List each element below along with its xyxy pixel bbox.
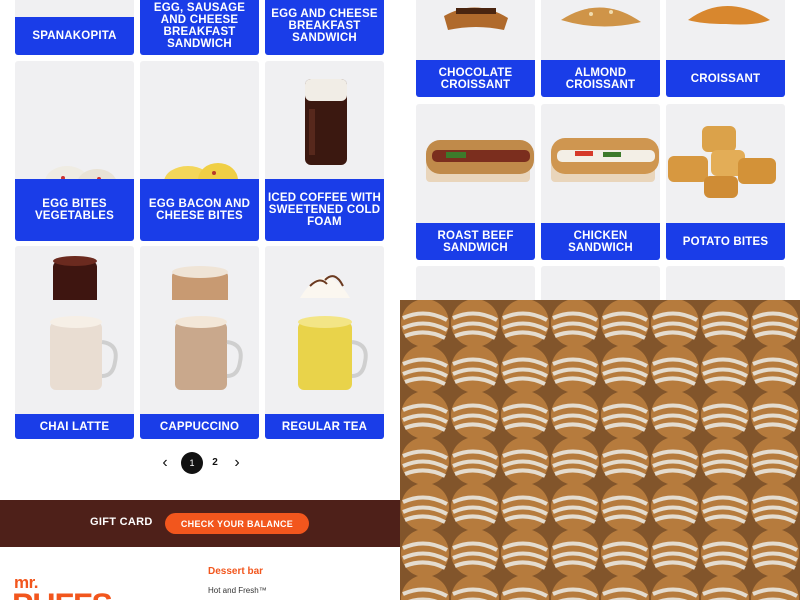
donut-holes-photo	[400, 300, 800, 600]
menu-page-right: Chocolate Croissant Almond Croissant Cro…	[400, 0, 800, 300]
menu-card-label: Cappuccino	[140, 414, 259, 439]
menu-card-chicken-sandwich[interactable]: Chicken Sandwich	[541, 104, 660, 260]
logo-wordmark: PUFFS	[12, 587, 113, 600]
menu-card-chocolate-croissant[interactable]: Chocolate Croissant	[416, 0, 535, 97]
menu-card-croissant[interactable]: Croissant	[666, 0, 785, 97]
menu-card-next-row	[666, 266, 785, 300]
menu-card-cappuccino[interactable]: Cappuccino	[140, 300, 259, 439]
menu-card-hidden-latte	[140, 246, 259, 306]
croissant-image	[688, 6, 770, 25]
check-balance-button[interactable]: CHECK YOUR BALANCE	[165, 513, 309, 534]
menu-card-next-row	[416, 266, 535, 300]
footer-link[interactable]: Hot and Fresh™	[208, 586, 267, 595]
menu-card-egg-sausage-cheese[interactable]: Egg, Sausage and Cheese Breakfast Sandwi…	[140, 0, 259, 55]
menu-card-label: Croissant	[666, 60, 785, 97]
menu-card-label: Regular Tea	[265, 414, 384, 439]
menu-card-almond-croissant[interactable]: Almond Croissant	[541, 0, 660, 97]
menu-card-chai-latte[interactable]: Chai Latte	[15, 300, 134, 439]
gift-card-bar: GIFT CARD CHECK YOUR BALANCE	[0, 500, 400, 547]
menu-card-egg-bites-vegetables[interactable]: Egg Bites Vegetables	[15, 61, 134, 241]
cappuccino-image	[175, 316, 243, 390]
footer-heading: Dessert bar	[208, 566, 264, 577]
menu-card-label: Egg, Sausage and Cheese Breakfast Sandwi…	[140, 0, 259, 55]
menu-card-label: Almond Croissant	[541, 60, 660, 97]
menu-page-left: Spanakopita Egg, Sausage and Cheese Brea…	[0, 0, 400, 600]
next-page-button[interactable]: ›	[227, 452, 247, 474]
menu-card-roast-beef-sandwich[interactable]: Roast Beef Sandwich	[416, 104, 535, 260]
gift-card-label: GIFT CARD	[90, 516, 153, 528]
menu-card-iced-coffee-cold-foam[interactable]: Iced Coffee with Sweetened Cold Foam	[265, 61, 384, 241]
menu-card-label: Chicken Sandwich	[541, 223, 660, 260]
footer: mr. PUFFS Dessert bar Hot and Fresh™	[0, 547, 400, 600]
whipped-drink-image	[300, 275, 350, 298]
menu-card-next-row	[541, 266, 660, 300]
roast-beef-sandwich-image	[426, 140, 534, 182]
menu-card-label: Chai Latte	[15, 414, 134, 439]
menu-card-hidden-frappe	[265, 246, 384, 306]
menu-card-hidden-drink	[15, 246, 134, 306]
donut-holes-image	[400, 300, 800, 600]
iced-drink-image	[53, 256, 97, 306]
menu-card-potato-bites[interactable]: Potato Bites	[666, 104, 785, 260]
menu-card-egg-bacon-cheese-bites[interactable]: Egg Bacon and Cheese Bites	[140, 61, 259, 241]
almond-croissant-image	[561, 7, 641, 27]
latte-image	[172, 266, 228, 306]
menu-card-label: Potato Bites	[666, 223, 785, 260]
tea-image	[298, 316, 368, 390]
menu-card-egg-cheese[interactable]: Egg and Cheese Breakfast Sandwich	[265, 0, 384, 55]
chai-latte-image	[50, 316, 118, 390]
page-2-button[interactable]: 2	[205, 452, 225, 474]
chicken-sandwich-image	[551, 138, 659, 182]
pagination: ‹ 1 2 ›	[155, 452, 250, 474]
menu-card-label: Egg Bites Vegetables	[15, 179, 134, 241]
egg-bacon-bites-image	[164, 163, 238, 179]
menu-card-regular-tea[interactable]: Regular Tea	[265, 300, 384, 439]
egg-bites-image	[45, 166, 116, 179]
menu-card-label: Spanakopita	[15, 17, 134, 55]
prev-page-button[interactable]: ‹	[155, 452, 175, 474]
menu-card-label: Iced Coffee with Sweetened Cold Foam	[265, 179, 384, 241]
menu-card-spanakopita[interactable]: Spanakopita	[15, 0, 134, 55]
menu-card-label: Roast Beef Sandwich	[416, 223, 535, 260]
iced-coffee-image	[305, 79, 347, 165]
potato-bites-image	[668, 126, 776, 198]
menu-card-label: Egg and Cheese Breakfast Sandwich	[265, 0, 384, 55]
menu-card-label: Egg Bacon and Cheese Bites	[140, 179, 259, 241]
page-1-button[interactable]: 1	[181, 452, 203, 474]
menu-card-label: Chocolate Croissant	[416, 60, 535, 97]
chocolate-croissant-image	[444, 7, 508, 30]
